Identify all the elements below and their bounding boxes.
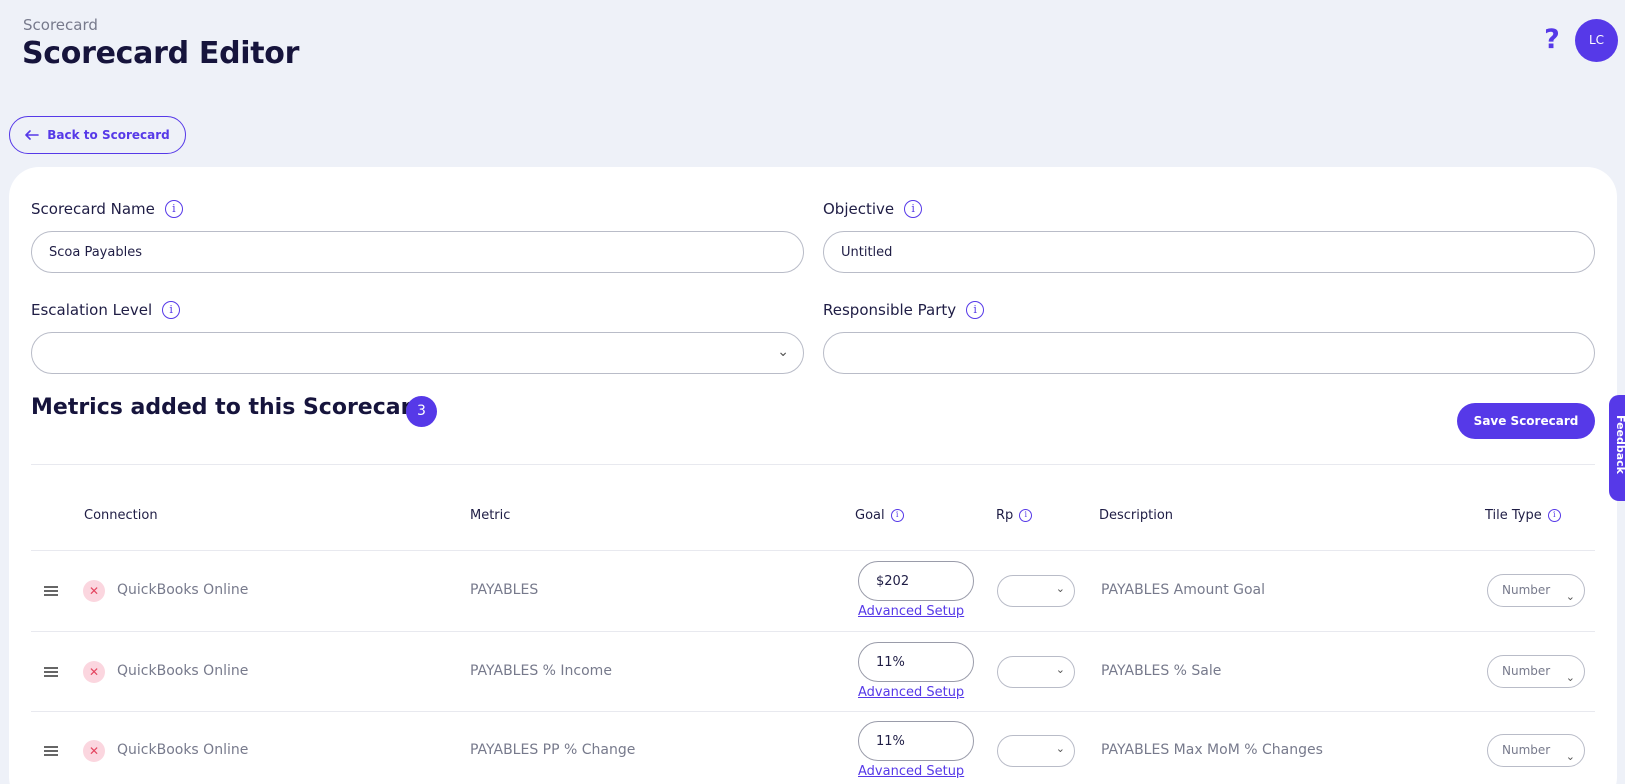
feedback-tab[interactable]: Feedback	[1609, 395, 1625, 501]
tile-type-select[interactable]: Number ⌄	[1487, 574, 1585, 607]
metric-cell: PAYABLES PP % Change	[470, 742, 636, 758]
help-icon[interactable]: ?	[1541, 25, 1563, 55]
info-icon[interactable]: i	[162, 301, 181, 319]
scorecard-name-input[interactable]: Scoa Payables	[31, 231, 804, 273]
goal-input[interactable]: 11%	[858, 721, 974, 761]
info-icon[interactable]: i	[164, 200, 183, 218]
column-header-tile-type: Tile Type i	[1485, 508, 1561, 523]
description-cell: PAYABLES % Sale	[1101, 663, 1222, 679]
remove-icon[interactable]: ✕	[83, 580, 105, 602]
column-header-goal: Goal i	[855, 508, 904, 523]
metric-cell: PAYABLES	[470, 582, 539, 598]
advanced-setup-link[interactable]: Advanced Setup	[858, 764, 964, 779]
chevron-down-icon: ⌄	[1055, 663, 1065, 676]
description-cell: PAYABLES Amount Goal	[1101, 582, 1266, 598]
column-header-description: Description	[1099, 508, 1174, 523]
table-row: ✕ QuickBooks Online PAYABLES % Income 11…	[31, 632, 1595, 712]
objective-input[interactable]: Untitled	[823, 231, 1595, 273]
column-header-connection: Connection	[84, 508, 158, 523]
advanced-setup-link[interactable]: Advanced Setup	[858, 685, 964, 700]
back-to-scorecard-button[interactable]: Back to Scorecard	[9, 116, 186, 154]
table-row: ✕ QuickBooks Online PAYABLES $202 Advanc…	[31, 551, 1595, 631]
info-icon[interactable]: i	[1547, 509, 1561, 522]
table-row: ✕ QuickBooks Online PAYABLES PP % Change…	[31, 711, 1595, 784]
tile-type-select[interactable]: Number ⌄	[1487, 655, 1585, 688]
avatar[interactable]: LC	[1575, 19, 1618, 62]
page-title: Scorecard Editor	[22, 36, 300, 71]
chevron-down-icon: ⌄	[1565, 750, 1575, 763]
responsible-party-label: Responsible Party i	[823, 301, 985, 319]
arrow-left-icon	[25, 130, 40, 140]
goal-input[interactable]: $202	[858, 561, 974, 601]
column-header-metric: Metric	[470, 508, 511, 523]
feedback-tab-label: Feedback	[1614, 415, 1625, 474]
description-cell: PAYABLES Max MoM % Changes	[1101, 742, 1323, 758]
breadcrumb[interactable]: Scorecard	[23, 16, 98, 34]
chevron-down-icon: ⌄	[777, 344, 789, 360]
goal-input[interactable]: 11%	[858, 642, 974, 682]
info-icon[interactable]: i	[966, 301, 985, 319]
chevron-down-icon: ⌄	[1055, 742, 1065, 755]
rp-select[interactable]: ⌄	[997, 735, 1075, 767]
divider	[31, 464, 1595, 465]
remove-icon[interactable]: ✕	[83, 740, 105, 762]
escalation-level-select[interactable]: ⌄	[31, 332, 804, 374]
chevron-down-icon: ⌄	[1055, 582, 1065, 595]
save-scorecard-button[interactable]: Save Scorecard	[1457, 403, 1595, 439]
responsible-party-input[interactable]	[823, 332, 1595, 374]
objective-label: Objective i	[823, 200, 923, 218]
connection-cell: QuickBooks Online	[117, 663, 249, 679]
drag-handle-icon[interactable]	[44, 586, 58, 598]
info-icon[interactable]: i	[890, 509, 904, 522]
rp-select[interactable]: ⌄	[997, 575, 1075, 607]
advanced-setup-link[interactable]: Advanced Setup	[858, 604, 964, 619]
metric-cell: PAYABLES % Income	[470, 663, 612, 679]
scorecard-name-label: Scorecard Name i	[31, 200, 183, 218]
metrics-section-title: Metrics added to this Scorecard	[31, 395, 428, 420]
drag-handle-icon[interactable]	[44, 667, 58, 679]
remove-icon[interactable]: ✕	[83, 661, 105, 683]
info-icon[interactable]: i	[904, 200, 923, 218]
rp-select[interactable]: ⌄	[997, 656, 1075, 688]
back-button-label: Back to Scorecard	[47, 128, 170, 142]
chevron-down-icon: ⌄	[1565, 590, 1575, 603]
chevron-down-icon: ⌄	[1565, 671, 1575, 684]
metrics-count-badge: 3	[406, 396, 437, 427]
tile-type-select[interactable]: Number ⌄	[1487, 734, 1585, 767]
column-header-rp: Rp i	[996, 508, 1033, 523]
drag-handle-icon[interactable]	[44, 746, 58, 758]
connection-cell: QuickBooks Online	[117, 582, 249, 598]
escalation-level-label: Escalation Level i	[31, 301, 181, 319]
info-icon[interactable]: i	[1019, 509, 1033, 522]
connection-cell: QuickBooks Online	[117, 742, 249, 758]
